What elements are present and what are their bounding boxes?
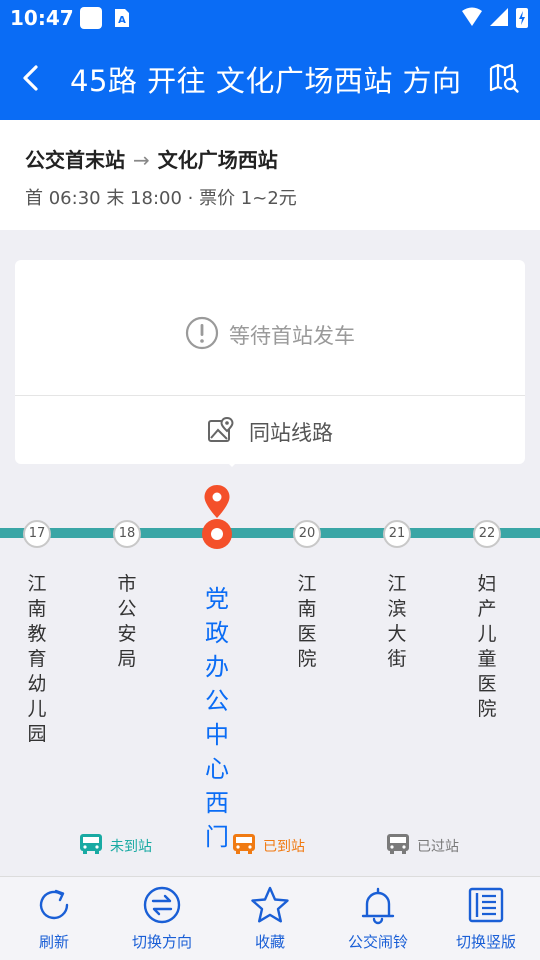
same-station-label: 同站线路 <box>249 421 333 445</box>
bus-alarm-label: 公交闹铃 <box>347 933 408 951</box>
legend-passed-label: 已过站 <box>417 839 459 855</box>
waiting-row: 等待首站发车 <box>15 260 525 396</box>
refresh-button[interactable]: 刷新 <box>0 877 108 960</box>
vertical-layout-icon <box>468 887 504 923</box>
route-track <box>0 528 540 538</box>
stop-name-21[interactable]: 江滨大街 <box>384 572 410 672</box>
route-schedule: 首 06:30 末 18:00 · 票价 1~2元 <box>25 188 297 209</box>
page-title: 45路 开往 文化广场西站 方向 <box>70 64 462 98</box>
current-stop-node[interactable] <box>202 519 232 549</box>
notification-a-icon: A <box>115 9 129 27</box>
favorite-label: 收藏 <box>254 933 285 951</box>
back-arrow-icon[interactable] <box>14 60 50 96</box>
bus-icon <box>387 834 409 854</box>
stop-node-22[interactable]: 22 <box>473 520 501 548</box>
current-stop-node-center <box>211 528 223 540</box>
route-info: 公交首末站 → 文化广场西站 首 06:30 末 18:00 · 票价 1~2元 <box>0 120 540 230</box>
app-bar: 45路 开往 文化广场西站 方向 <box>0 38 540 120</box>
location-pin-icon <box>204 485 230 518</box>
svg-text:A: A <box>118 15 126 26</box>
switch-direction-label: 切换方向 <box>131 933 192 951</box>
arrival-card: 等待首站发车 同站线路 <box>15 260 525 467</box>
stop-node-18[interactable]: 18 <box>113 520 141 548</box>
bell-icon <box>361 887 395 925</box>
route-to: 文化广场西站 <box>157 148 278 172</box>
card-pointer <box>221 456 243 467</box>
route-from: 公交首末站 <box>25 148 125 172</box>
waiting-text: 等待首站发车 <box>229 324 355 348</box>
bus-icon <box>233 834 255 854</box>
refresh-label: 刷新 <box>38 933 69 951</box>
status-time: 10:47 <box>10 6 74 30</box>
map-icon[interactable] <box>488 62 520 94</box>
route-endpoints: 公交首末站 → 文化广场西站 <box>25 144 278 173</box>
stop-name-current[interactable]: 党政办公中心西门 <box>202 582 232 854</box>
switch-direction-icon <box>143 886 181 924</box>
bus-alarm-button[interactable]: 公交闹铃 <box>324 877 432 960</box>
stop-name-17[interactable]: 江南教育幼儿园 <box>24 572 50 747</box>
refresh-icon <box>39 889 69 920</box>
stop-node-21[interactable]: 21 <box>383 520 411 548</box>
stop-name-18[interactable]: 市公安局 <box>114 572 140 672</box>
stop-name-22[interactable]: 妇产儿童医院 <box>474 572 500 722</box>
stop-name-20[interactable]: 江南医院 <box>294 572 320 672</box>
status-bar: 10:47 A <box>0 0 540 38</box>
route-arrow: → <box>133 148 150 172</box>
bus-icon <box>80 834 102 854</box>
switch-direction-button[interactable]: 切换方向 <box>108 877 216 960</box>
switch-vertical-label: 切换竖版 <box>455 933 516 951</box>
notification-icon <box>80 7 102 29</box>
status-icons <box>462 7 528 28</box>
switch-vertical-button[interactable]: 切换竖版 <box>432 877 540 960</box>
stop-node-20[interactable]: 20 <box>293 520 321 548</box>
star-icon <box>251 886 289 923</box>
station-map-icon <box>208 416 234 442</box>
favorite-button[interactable]: 收藏 <box>216 877 324 960</box>
same-station-lines-button[interactable]: 同站线路 <box>15 396 525 464</box>
stop-node-17[interactable]: 17 <box>23 520 51 548</box>
legend-not-arrived-label: 未到站 <box>110 839 152 855</box>
alert-circle-icon <box>185 316 219 350</box>
legend-arrived-label: 已到站 <box>263 839 305 855</box>
bottom-nav: 刷新 切换方向 收藏 公交闹铃 切换竖版 <box>0 876 540 960</box>
